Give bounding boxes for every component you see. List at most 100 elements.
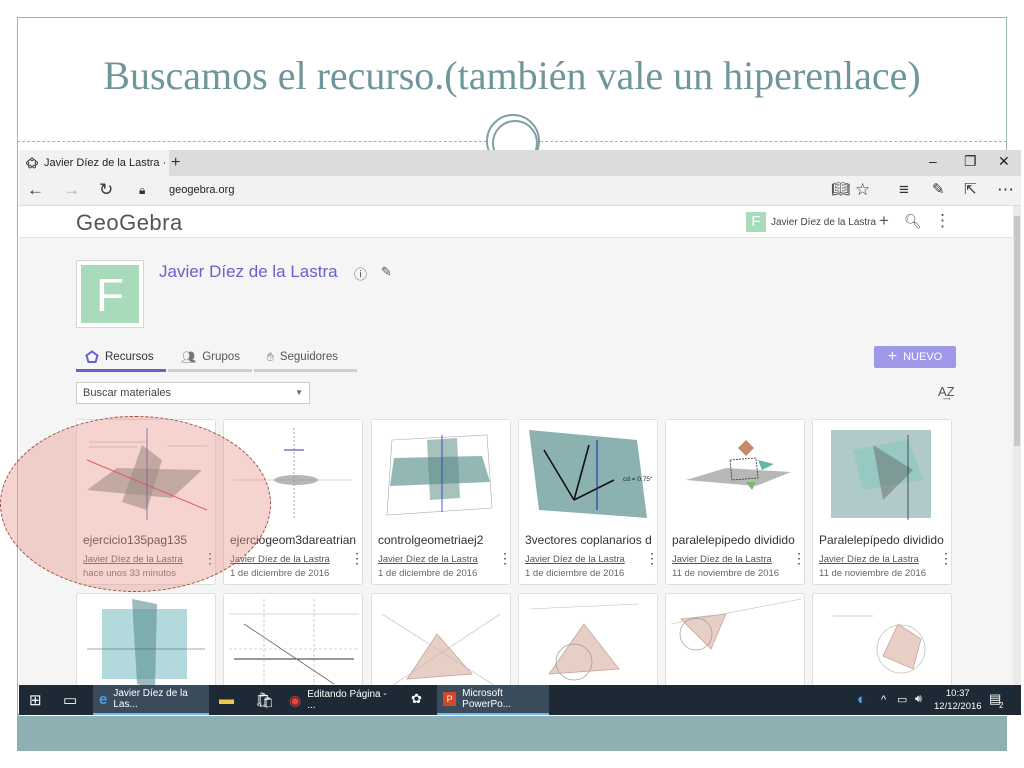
scrollbar-thumb[interactable] — [1014, 216, 1020, 446]
tab-recursos[interactable]: Recursos — [85, 348, 154, 366]
material-card[interactable] — [665, 593, 805, 693]
address-bar-row: ← → ↻ 🔒︎ geogebra.org 📖︎ ☆ ≡ ✎ ⇱ ⋯ — [19, 176, 1021, 206]
taskbar-item-chrome-label: Editando Página - ... — [307, 689, 387, 711]
tab-seguidores-label: Seguidores — [279, 351, 339, 363]
search-icon[interactable]: 🔍︎ — [904, 213, 922, 230]
geogebra-logo[interactable]: GeoGebra — [76, 210, 183, 236]
browser-tab[interactable]: Javier Díez de la Lastra · — [19, 150, 169, 176]
card-menu-icon[interactable]: ⋮ — [498, 551, 512, 565]
card-thumbnail — [833, 615, 926, 674]
material-card[interactable] — [371, 593, 511, 693]
slide-bottom-band — [17, 714, 1007, 751]
tab-recursos-underline — [76, 369, 166, 372]
url-input[interactable]: geogebra.org — [169, 184, 234, 196]
menu-dots-icon[interactable]: ⋮ — [934, 211, 951, 231]
store-icon[interactable]: 🛍︎ — [255, 691, 274, 709]
card-thumbnail — [372, 420, 510, 528]
thumbnail-cd-label: cd = 0.75° — [623, 476, 653, 483]
back-arrow-icon[interactable]: ← — [27, 180, 44, 200]
taskbar-clock[interactable]: 10:37 12/12/2016 — [934, 687, 982, 713]
taskbar-item-powerpoint[interactable]: P Microsoft PowerPo... — [437, 685, 549, 715]
browser-tab-title: Javier Díez de la Lastra · — [44, 157, 167, 169]
clock-date: 12/12/2016 — [934, 701, 982, 712]
card-date: 1 de diciembre de 2016 — [230, 568, 330, 579]
minimize-button[interactable]: – — [929, 153, 937, 169]
card-thumbnail — [666, 420, 804, 528]
groups-icon: 👥︎ — [181, 350, 197, 364]
taskbar-item-edge[interactable]: e Javier Díez de la Las... — [93, 685, 209, 715]
material-card[interactable] — [812, 593, 952, 693]
search-materials-select[interactable]: Buscar materiales ▼ — [76, 382, 310, 404]
taskbar-item-powerpoint-label: Microsoft PowerPo... — [462, 688, 512, 710]
card-thumbnail — [670, 598, 802, 651]
forward-arrow-icon[interactable]: → — [63, 180, 80, 200]
geogebra-icon — [85, 350, 99, 363]
geogebra-favicon-icon — [26, 157, 38, 169]
card-author-link[interactable]: Javier Díez de la Lastra — [525, 554, 625, 565]
new-button[interactable]: + NUEVO — [874, 346, 956, 368]
thumbnail-3d-planes — [386, 434, 493, 516]
taskbar: ⊞ ▭ e Javier Díez de la Las... ▬ 🛍︎ ◉ Ed… — [19, 685, 1021, 715]
thumbnail-3d-vectors — [529, 430, 647, 518]
card-author-link[interactable]: Javier Díez de la Lastra — [378, 554, 478, 565]
page-scrollbar[interactable] — [1013, 206, 1021, 686]
share-icon[interactable]: ⇱ — [964, 180, 977, 198]
card-thumbnail — [229, 599, 359, 689]
material-card[interactable]: Paralelepípedo dividido Javier Díez de l… — [812, 419, 953, 585]
card-date: 11 de noviembre de 2016 — [819, 568, 927, 579]
edit-pencil-icon[interactable]: ✎ — [381, 264, 392, 280]
file-explorer-icon[interactable]: ▬ — [219, 691, 234, 708]
network-icon[interactable]: ▭ — [897, 693, 907, 706]
card-menu-icon[interactable]: ⋮ — [939, 551, 953, 565]
geogebra-header: GeoGebra F Javier Díez de la Lastra + 🔍︎… — [19, 206, 1013, 238]
add-icon[interactable]: + — [879, 211, 889, 231]
hub-icon[interactable]: ≡ — [899, 180, 909, 200]
header-avatar[interactable]: F — [746, 212, 766, 232]
header-user-name[interactable]: Javier Díez de la Lastra — [771, 217, 876, 228]
windows-start-icon[interactable]: ⊞ — [29, 691, 42, 709]
card-title: paralelepipedo dividido — [672, 533, 795, 547]
chevron-up-icon[interactable]: ^ — [881, 694, 886, 706]
more-icon[interactable]: ⋯ — [997, 180, 1014, 200]
card-menu-icon[interactable]: ⋮ — [792, 551, 806, 565]
card-menu-icon[interactable]: ⋮ — [645, 551, 659, 565]
title-divider-left — [17, 141, 487, 142]
card-author-link[interactable]: Javier Díez de la Lastra — [819, 554, 919, 565]
close-button[interactable]: ✕ — [998, 153, 1010, 170]
task-view-icon[interactable]: ▭ — [63, 691, 77, 709]
new-tab-button[interactable]: + — [171, 154, 180, 172]
sort-az-icon[interactable]: A͢Z — [938, 384, 955, 399]
card-author-link[interactable]: Javier Díez de la Lastra — [672, 554, 772, 565]
material-card[interactable] — [223, 593, 363, 693]
notification-app-icon[interactable]: ◐ — [857, 691, 866, 708]
card-title: 3vectores coplanarios d — [525, 533, 652, 547]
profile-avatar-letter: F — [81, 265, 139, 323]
powerpoint-icon: P — [443, 692, 457, 706]
chevron-down-icon: ▼ — [295, 388, 303, 397]
tab-grupos[interactable]: 👥︎ Grupos — [181, 348, 240, 366]
material-card[interactable] — [76, 593, 216, 693]
material-card[interactable]: cd = 0.75° 3vectores coplanarios d Javie… — [518, 419, 659, 585]
thumbnail-parallelepiped — [831, 430, 931, 520]
lock-icon: 🔒︎ — [139, 183, 146, 197]
taskbar-item-chrome[interactable]: ◉ Editando Página - ... — [283, 685, 393, 715]
title-divider-right — [540, 141, 1007, 142]
tab-grupos-underline — [168, 369, 252, 372]
card-menu-icon[interactable]: ⋮ — [350, 551, 364, 565]
material-card[interactable] — [518, 593, 658, 693]
refresh-icon[interactable]: ↻ — [99, 180, 113, 200]
volume-icon[interactable]: 🔊︎ — [915, 693, 922, 706]
material-card[interactable]: paralelepipedo dividido Javier Díez de l… — [665, 419, 806, 585]
slide: Buscamos el recurso.(también vale un hip… — [0, 0, 1024, 768]
info-icon[interactable]: ⓘ — [354, 264, 367, 283]
tab-seguidores[interactable]: ✋︎ Seguidores — [267, 348, 338, 366]
notification-count: 2 — [999, 701, 1004, 710]
restore-button[interactable]: ❐ — [964, 153, 977, 170]
material-card[interactable]: controlgeometriaej2 Javier Díez de la La… — [371, 419, 512, 585]
reading-view-icon[interactable]: 📖︎ — [831, 180, 850, 198]
tab-grupos-label: Grupos — [202, 351, 240, 363]
card-thumbnail: cd = 0.75° — [519, 420, 657, 528]
favorite-star-icon[interactable]: ☆ — [855, 180, 870, 200]
app-icon[interactable]: ✿ — [411, 691, 422, 707]
web-note-icon[interactable]: ✎ — [932, 180, 945, 198]
